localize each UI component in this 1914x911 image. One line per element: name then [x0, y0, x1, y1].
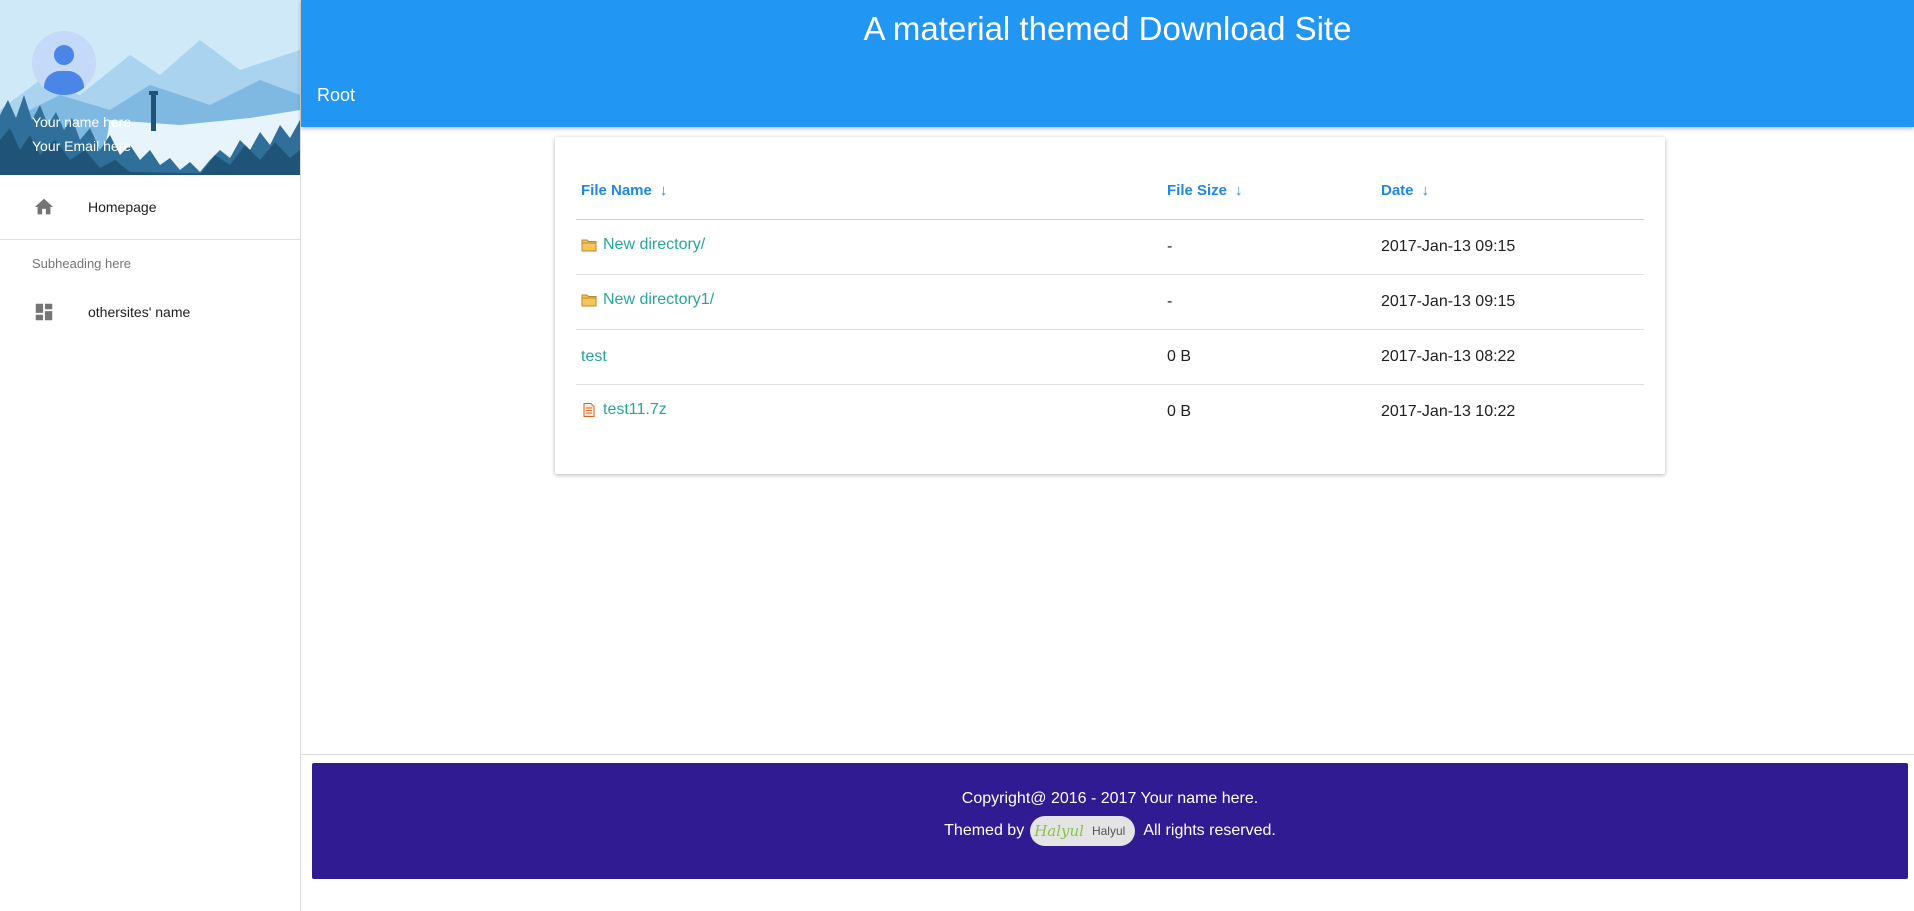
dashboard-icon: [35, 303, 53, 321]
file-name: New directory/: [603, 236, 706, 253]
file-name: New directory1/: [603, 291, 715, 308]
folder-icon: [581, 239, 597, 252]
avatar[interactable]: [32, 31, 96, 95]
sidebar-item-othersites[interactable]: othersites' name: [0, 288, 300, 336]
table-row: test11.7z 0 B 2017-Jan-13 10:22: [576, 384, 1644, 439]
file-size: 0 B: [1167, 402, 1192, 420]
table-row: New directory/ - 2017-Jan-13 09:15: [576, 219, 1644, 275]
footer-divider: [301, 754, 1914, 755]
sort-date[interactable]: Date ↓: [1376, 163, 1644, 220]
file-date: 2017-Jan-13 10:22: [1381, 402, 1516, 420]
themed-by-label: Themed by: [944, 822, 1025, 839]
app-bar: A material themed Download Site Root: [301, 0, 1914, 127]
file-table: File Name ↓ File Size ↓ Date ↓ New direc…: [576, 163, 1644, 439]
table-header-row: File Name ↓ File Size ↓ Date ↓: [576, 163, 1644, 220]
folder-icon: [581, 294, 597, 307]
rights-text: All rights reserved.: [1143, 822, 1276, 839]
file-name: test11.7z: [603, 401, 667, 419]
sidebar-item-label: Homepage: [88, 199, 157, 215]
file-link[interactable]: New directory1/: [581, 291, 714, 309]
table-row: test 0 B 2017-Jan-13 08:22: [576, 329, 1644, 385]
theme-author-name: Halyul: [1091, 824, 1126, 838]
theme-author-badge[interactable]: Halyul Halyul: [1030, 816, 1136, 846]
file-name: test: [581, 347, 607, 365]
sidebar-item-homepage[interactable]: Homepage: [0, 183, 300, 231]
archive-file-icon: [583, 403, 595, 418]
file-list-card: File Name ↓ File Size ↓ Date ↓ New direc…: [555, 137, 1665, 474]
user-name: Your name here: [32, 114, 132, 130]
file-date: 2017-Jan-13 09:15: [1376, 219, 1644, 275]
table-row: New directory1/ - 2017-Jan-13 09:15: [576, 274, 1644, 330]
file-link[interactable]: test11.7z: [581, 401, 667, 419]
column-label: Date: [1381, 182, 1414, 200]
themed-by-line: Themed by Halyul Halyul All rights reser…: [312, 816, 1908, 846]
file-date: 2017-Jan-13 08:22: [1376, 329, 1644, 385]
home-icon: [34, 198, 54, 215]
footer: Copyright@ 2016 - 2017 Your name here. T…: [312, 763, 1908, 879]
sort-file-size[interactable]: File Size ↓: [1162, 163, 1376, 220]
sidebar-item-label: othersites' name: [88, 304, 191, 320]
page-title: A material themed Download Site: [863, 10, 1352, 47]
file-link[interactable]: New directory/: [581, 236, 705, 254]
file-date: 2017-Jan-13 09:15: [1376, 274, 1644, 330]
sort-arrow-icon: ↓: [659, 182, 668, 200]
file-size: 0 B: [1162, 329, 1376, 385]
user-email: Your Email here: [32, 138, 132, 154]
file-link[interactable]: test: [581, 348, 607, 366]
sidebar: Your name here Your Email here Homepage …: [0, 0, 301, 911]
sidebar-header: Your name here Your Email here: [0, 0, 300, 175]
sort-arrow-icon: ↓: [1421, 182, 1430, 200]
file-size: -: [1162, 274, 1376, 330]
breadcrumb-root[interactable]: Root: [317, 85, 355, 106]
halyul-logo-icon: Halyul: [1034, 822, 1084, 840]
sidebar-divider: [0, 239, 300, 240]
sidebar-subheading: Subheading here: [32, 256, 132, 271]
sort-arrow-icon: ↓: [1235, 182, 1243, 200]
file-size: -: [1162, 219, 1376, 275]
copyright-text: Copyright@ 2016 - 2017 Your name here.: [961, 790, 1259, 807]
column-label: File Size: [1167, 182, 1228, 200]
column-label: File Name: [581, 182, 652, 200]
sort-file-name[interactable]: File Name ↓: [576, 163, 1162, 220]
